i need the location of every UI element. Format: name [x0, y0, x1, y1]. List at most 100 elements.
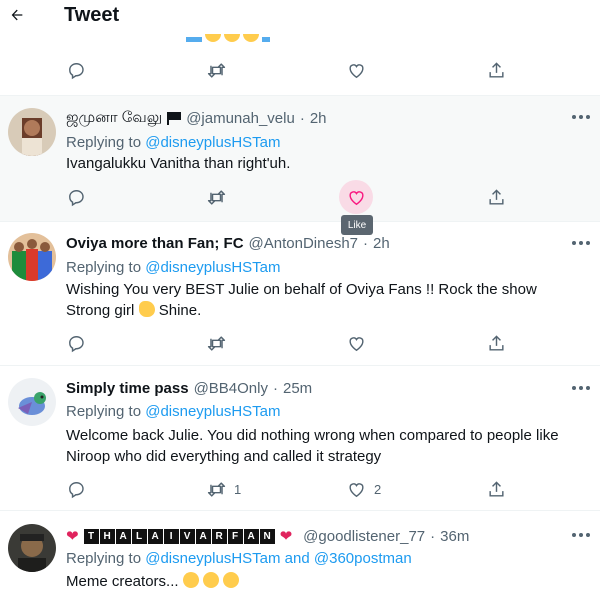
share-button[interactable]: [487, 181, 506, 213]
replying-to-label: Replying to: [66, 403, 142, 420]
name-letter: A: [195, 528, 211, 544]
avatar-image: [8, 233, 56, 281]
share-icon: [489, 480, 504, 497]
reply-icon: [69, 335, 84, 352]
more-icon: [586, 533, 590, 537]
replying-to-label: Replying to: [66, 550, 142, 567]
retweet-button[interactable]: 1: [207, 473, 241, 505]
more-icon: [579, 386, 583, 390]
user-handle[interactable]: @BB4Only: [194, 380, 268, 397]
tweet-text-line: Strong girl Shine.: [66, 300, 580, 321]
heart-emoji: ❤: [279, 528, 293, 545]
name-letter: N: [259, 528, 275, 544]
user-handle[interactable]: @goodlistener_77: [303, 528, 425, 545]
display-name[interactable]: T H A L A I V A R F A N: [83, 528, 275, 544]
avatar[interactable]: [8, 378, 56, 426]
avatar[interactable]: [8, 108, 56, 156]
tweet[interactable]: Oviya more than Fan; FC @AntonDinesh7 · …: [0, 221, 600, 365]
like-button[interactable]: [347, 54, 366, 86]
retweet-button[interactable]: [207, 54, 226, 86]
avatar[interactable]: [8, 524, 56, 572]
retweet-button[interactable]: [207, 181, 226, 213]
retweet-button[interactable]: [207, 327, 226, 359]
mention-link[interactable]: @360postman: [314, 550, 412, 567]
user-handle[interactable]: @jamunah_velu: [186, 110, 295, 127]
back-arrow-icon: [11, 9, 23, 21]
retweet-icon: [207, 481, 226, 497]
more-options-button[interactable]: [572, 533, 590, 537]
name-letter: H: [99, 528, 115, 544]
page-title: Tweet: [64, 4, 120, 26]
like-button[interactable]: [347, 327, 366, 359]
mention-link[interactable]: @disneyplusHSTam: [145, 259, 280, 276]
display-name[interactable]: ஜமுனா வேலு: [66, 109, 162, 128]
like-button[interactable]: [339, 180, 373, 214]
heart-icon: [349, 336, 364, 351]
tweet[interactable]: ❤ T H A L A I V A R F A N ❤ @goodlistene…: [0, 510, 600, 600]
replying-to: Replying to @disneyplusHSTam: [66, 403, 281, 420]
tweet-header: Simply time pass @BB4Only · 25m: [66, 380, 560, 397]
share-button[interactable]: [487, 54, 506, 86]
reply-button[interactable]: [67, 327, 86, 359]
avatar[interactable]: [8, 233, 56, 281]
timestamp[interactable]: 2h: [373, 235, 390, 252]
more-options-button[interactable]: [572, 386, 590, 390]
emoji-fragment: [205, 34, 221, 42]
more-icon: [572, 386, 576, 390]
user-handle[interactable]: @AntonDinesh7: [249, 235, 358, 252]
more-icon: [572, 533, 576, 537]
avatar-image: [8, 378, 56, 426]
display-name[interactable]: Oviya more than Fan; FC: [66, 235, 244, 252]
more-icon: [579, 533, 583, 537]
avatar-image: [8, 108, 56, 156]
emoji-fragment: [243, 34, 259, 42]
name-letter: T: [83, 528, 99, 544]
display-name[interactable]: Simply time pass: [66, 380, 189, 397]
more-options-button[interactable]: [572, 241, 590, 245]
more-icon: [579, 115, 583, 119]
name-letter: A: [243, 528, 259, 544]
name-letter: I: [163, 528, 179, 544]
replying-to: Replying to @disneyplusHSTam: [66, 259, 281, 276]
tears-of-joy-emoji: [223, 572, 240, 588]
reply-icon: [69, 62, 84, 79]
name-letter: F: [227, 528, 243, 544]
share-icon: [489, 188, 504, 205]
timestamp[interactable]: 25m: [283, 380, 312, 397]
previous-tweet-emoji-strip: [186, 34, 270, 42]
reply-button[interactable]: [67, 54, 86, 86]
mention-link[interactable]: @disneyplusHSTam: [145, 550, 280, 567]
mention-link[interactable]: @disneyplusHSTam: [145, 134, 280, 151]
separator-dot: ·: [299, 110, 305, 127]
back-button[interactable]: [4, 2, 30, 28]
timestamp[interactable]: 2h: [310, 110, 327, 127]
mention-link[interactable]: @disneyplusHSTam: [145, 403, 280, 420]
tweet-text-fragment: Meme creators...: [66, 573, 179, 590]
more-icon: [586, 115, 590, 119]
share-button[interactable]: [487, 327, 506, 359]
tweet-text: Ivangalukku Vanitha than right'uh.: [66, 155, 291, 172]
tweet[interactable]: ஜமுனா வேலு @jamunah_velu · 2h Replying t…: [0, 95, 600, 221]
emoji-fragment: [224, 34, 240, 42]
avatar-image: [8, 524, 56, 572]
share-icon: [489, 334, 504, 351]
tweet-text-fragment: Strong girl: [66, 302, 135, 319]
tweet-actions: [0, 180, 600, 214]
tweet-actions: 1 2: [0, 473, 600, 505]
tweet-text-fragment: Shine.: [158, 302, 202, 319]
reply-button[interactable]: [67, 473, 86, 505]
separator-dot: ·: [430, 527, 436, 545]
separator-dot: ·: [272, 380, 278, 397]
tweet-header: Oviya more than Fan; FC @AntonDinesh7 · …: [66, 235, 560, 252]
tweet[interactable]: Simply time pass @BB4Only · 25m Replying…: [0, 365, 600, 510]
more-options-button[interactable]: [572, 115, 590, 119]
share-button[interactable]: [487, 473, 506, 505]
tweet-actions: [0, 327, 600, 359]
emoji-fragment: [262, 37, 270, 42]
timestamp[interactable]: 36m: [440, 528, 469, 545]
like-button[interactable]: 2: [347, 473, 381, 505]
retweet-icon: [207, 335, 226, 351]
name-letter: R: [211, 528, 227, 544]
tweet-header: ❤ T H A L A I V A R F A N ❤ @goodlistene…: [66, 527, 560, 546]
reply-button[interactable]: [67, 181, 86, 213]
